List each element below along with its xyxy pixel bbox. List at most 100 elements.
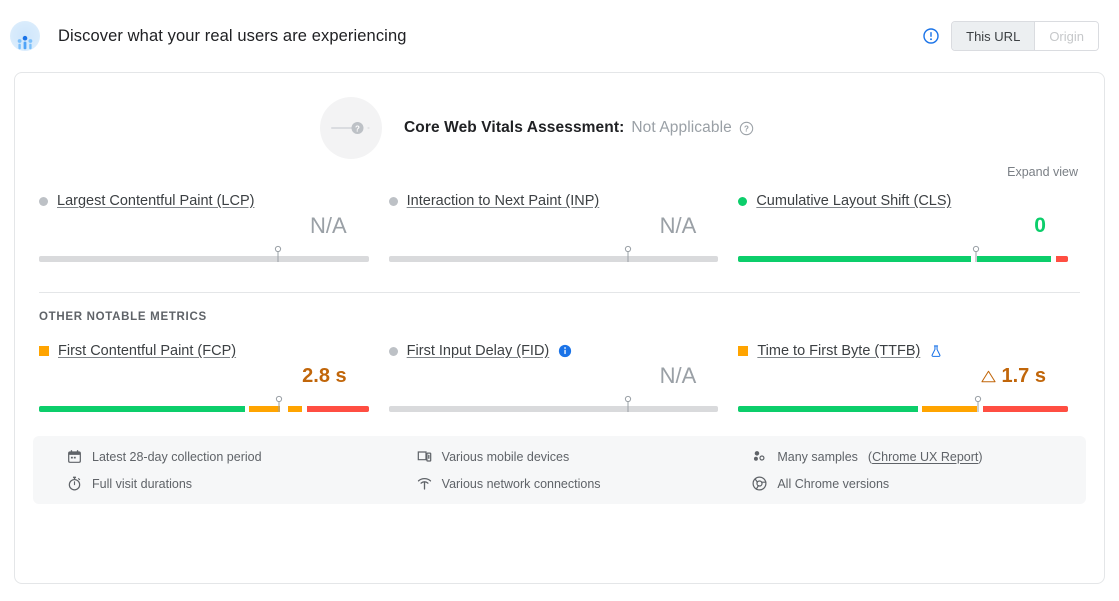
metric-fcp-link[interactable]: First Contentful Paint (FCP) xyxy=(58,343,236,359)
expand-view-button[interactable]: Expand view xyxy=(1007,165,1078,179)
metric-ttfb-link[interactable]: Time to First Byte (TTFB) xyxy=(757,343,920,359)
crux-card: ? Core Web Vitals Assessment: Not Applic… xyxy=(14,72,1105,584)
metric-inp-link[interactable]: Interaction to Next Paint (INP) xyxy=(407,193,600,209)
help-circle-icon[interactable]: ? xyxy=(739,121,754,136)
info-icon[interactable] xyxy=(558,344,572,358)
footer-item-samples: Many samples (Chrome UX Report) xyxy=(746,449,1086,464)
metric-ttfb-head: Time to First Byte (TTFB) xyxy=(738,343,1068,359)
page-title: Discover what your real users are experi… xyxy=(58,26,407,45)
bar-track xyxy=(738,406,1068,412)
footer-text: Many samples xyxy=(777,449,858,464)
metric-inp: Interaction to Next Paint (INP) N/A xyxy=(388,193,731,268)
metric-cls: Cumulative Layout Shift (CLS) 0 xyxy=(738,193,1080,268)
bar-segment-good xyxy=(39,406,246,412)
footer-item-network: Various network connections xyxy=(407,476,747,491)
metric-fid-head: First Input Delay (FID) xyxy=(388,343,719,359)
bar-segment xyxy=(39,256,369,262)
status-dot-green xyxy=(738,196,748,206)
footer-text: Full visit durations xyxy=(92,476,193,491)
bar-segment-ni xyxy=(287,406,303,412)
metric-lcp: Largest Contentful Paint (LCP) N/A xyxy=(39,193,381,268)
warning-triangle-icon xyxy=(980,369,996,384)
unknown-gauge-icon: ? xyxy=(320,97,382,159)
metric-lcp-bar xyxy=(39,245,369,268)
assessment-text: Core Web Vitals Assessment: Not Applicab… xyxy=(404,119,754,137)
bar-track xyxy=(388,256,719,262)
bar-track xyxy=(39,406,369,412)
svg-text:?: ? xyxy=(744,124,749,133)
assessment-label: Core Web Vitals Assessment: xyxy=(404,119,625,136)
bar-segment-poor xyxy=(1056,256,1068,262)
toggle-origin[interactable]: Origin xyxy=(1034,22,1098,50)
bar-segment-poor xyxy=(307,406,369,412)
footer-link-wrap: (Chrome UX Report) xyxy=(867,449,983,464)
footer-text: Latest 28-day collection period xyxy=(92,449,262,464)
page-header: Discover what your real users are experi… xyxy=(0,0,1119,72)
toggle-this-url[interactable]: This URL xyxy=(952,22,1035,50)
bar-pin-marker xyxy=(275,395,283,412)
other-metrics-grid: First Contentful Paint (FCP) 2.8 s First… xyxy=(15,323,1104,418)
real-user-monitoring-icon xyxy=(10,21,40,51)
bar-segment-good xyxy=(738,406,918,412)
metric-fid-link[interactable]: First Input Delay (FID) xyxy=(407,343,550,359)
bar-segment-good xyxy=(976,256,1052,262)
footer-item-devices: Various mobile devices xyxy=(407,449,747,464)
bar-pin-marker xyxy=(624,245,631,262)
metric-cls-value: 0 xyxy=(1034,213,1046,237)
metric-fid-bar xyxy=(388,395,719,418)
assessment-row: ? Core Web Vitals Assessment: Not Applic… xyxy=(15,73,1104,159)
bar-pin-marker xyxy=(624,395,631,412)
status-square-orange xyxy=(39,346,49,356)
metric-lcp-head: Largest Contentful Paint (LCP) xyxy=(39,193,369,209)
metric-fcp-head: First Contentful Paint (FCP) xyxy=(39,343,369,359)
footer-text: All Chrome versions xyxy=(777,476,890,491)
metric-ttfb: Time to First Byte (TTFB) 1.7 s xyxy=(738,343,1080,418)
footer-item-chrome-versions: All Chrome versions xyxy=(746,476,1086,491)
metric-lcp-value: N/A xyxy=(309,213,347,239)
wifi-icon xyxy=(417,476,432,491)
devices-icon xyxy=(417,449,432,464)
header-controls: This URL Origin xyxy=(923,21,1099,51)
expand-view-row: Expand view xyxy=(15,159,1104,179)
experiment-flask-icon[interactable] xyxy=(929,344,943,358)
svg-text:?: ? xyxy=(355,124,360,133)
bar-track xyxy=(39,256,369,262)
metric-lcp-link[interactable]: Largest Contentful Paint (LCP) xyxy=(57,193,254,209)
stopwatch-icon xyxy=(67,476,82,491)
metric-cls-bar xyxy=(738,245,1068,268)
metric-fid-value: N/A xyxy=(659,363,697,389)
chrome-ux-report-link[interactable]: Chrome UX Report xyxy=(872,450,978,464)
bar-pin-marker xyxy=(975,395,982,412)
calendar-icon xyxy=(67,449,82,464)
chrome-icon xyxy=(752,476,767,491)
alert-circle-icon[interactable] xyxy=(923,28,939,44)
metric-ttfb-value-text: 1.7 s xyxy=(1001,364,1046,387)
metric-ttfb-bar xyxy=(738,395,1068,418)
metric-inp-head: Interaction to Next Paint (INP) xyxy=(388,193,719,209)
footer-item-visit-durations: Full visit durations xyxy=(67,476,407,491)
metric-cls-link[interactable]: Cumulative Layout Shift (CLS) xyxy=(756,193,951,209)
bar-segment-poor xyxy=(983,406,1068,412)
footer-text: Various mobile devices xyxy=(441,449,570,464)
data-source-footer: Latest 28-day collection period Various … xyxy=(33,436,1086,504)
core-web-vitals-grid: Largest Contentful Paint (LCP) N/A Inter… xyxy=(15,179,1104,268)
metric-cls-head: Cumulative Layout Shift (CLS) xyxy=(738,193,1068,209)
status-dot-gray xyxy=(388,346,398,356)
assessment-value: Not Applicable xyxy=(631,119,732,136)
bar-track xyxy=(388,406,719,412)
footer-item-collection-period: Latest 28-day collection period xyxy=(67,449,407,464)
status-square-orange xyxy=(738,346,749,356)
scope-toggle[interactable]: This URL Origin xyxy=(951,21,1099,51)
status-dot-gray xyxy=(39,196,48,206)
samples-icon xyxy=(752,449,767,464)
bar-segment xyxy=(388,256,719,262)
bar-segment-ni xyxy=(921,406,978,412)
other-metrics-title: OTHER NOTABLE METRICS xyxy=(39,311,207,323)
metric-ttfb-value: 1.7 s xyxy=(738,361,1068,391)
status-dot-gray xyxy=(388,196,398,206)
metric-inp-bar xyxy=(388,245,719,268)
footer-text: Various network connections xyxy=(441,476,601,491)
bar-pin-marker xyxy=(274,245,282,262)
bar-pin-marker xyxy=(972,245,979,262)
metric-fid: First Input Delay (FID) N/A xyxy=(388,343,731,418)
